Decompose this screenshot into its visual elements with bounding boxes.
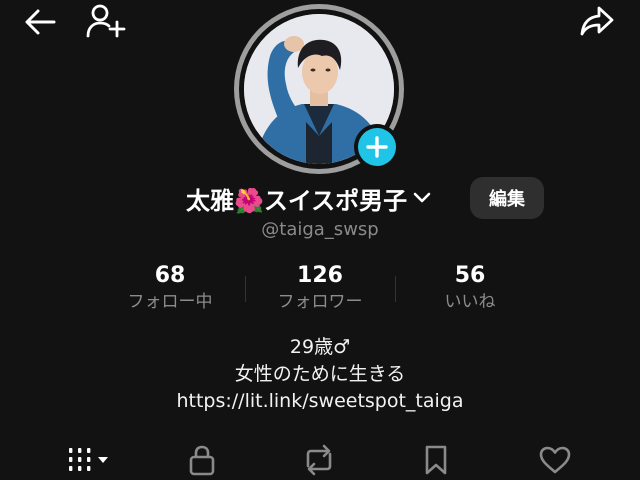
profile-tabs: [0, 436, 640, 480]
arrow-left-icon: [25, 9, 56, 35]
stat-likes[interactable]: 56 いいね: [395, 262, 545, 322]
add-photo-button[interactable]: [354, 124, 400, 170]
name-row: 太雅🌺スイスポ男子 編集: [0, 176, 640, 220]
edit-profile-button[interactable]: 編集: [470, 177, 544, 219]
chevron-down-icon: [413, 192, 431, 204]
plus-icon: [366, 136, 388, 158]
username: @taiga_swsp: [261, 219, 379, 240]
tab-liked[interactable]: [530, 442, 580, 478]
tab-private[interactable]: [177, 442, 227, 478]
stat-label: フォロワー: [277, 292, 363, 312]
back-button[interactable]: [18, 4, 62, 40]
repost-icon: [306, 444, 332, 476]
stat-value: 126: [297, 263, 343, 288]
bio-link[interactable]: https://lit.link/sweetspot_taiga: [176, 390, 463, 412]
bio-line: 29歳♂: [289, 336, 351, 358]
bio-line: 女性のために生きる: [234, 363, 406, 385]
tab-reposts[interactable]: [294, 442, 344, 478]
person-plus-icon: [86, 4, 126, 38]
display-name-switcher[interactable]: 太雅🌺スイスポ男子: [186, 182, 431, 215]
display-name: 太雅🌺スイスポ男子: [186, 186, 408, 215]
stat-value: 56: [454, 263, 486, 288]
tab-videos[interactable]: [64, 442, 114, 478]
stat-value: 68: [154, 263, 186, 288]
add-friend-button[interactable]: [84, 2, 128, 40]
lock-icon: [189, 445, 215, 476]
stat-following[interactable]: 68 フォロー中: [95, 262, 245, 322]
share-button[interactable]: [576, 2, 618, 40]
share-arrow-icon: [580, 6, 614, 36]
stat-followers[interactable]: 126 フォロワー: [245, 262, 395, 322]
grid-dropdown-icon: [69, 448, 108, 471]
stats-bar: 68 フォロー中 126 フォロワー 56 いいね: [95, 262, 545, 322]
stat-label: いいね: [444, 292, 496, 312]
heart-icon: [539, 446, 571, 474]
tab-favorites[interactable]: [411, 442, 461, 478]
stat-label: フォロー中: [127, 292, 213, 312]
bookmark-icon: [425, 445, 447, 475]
